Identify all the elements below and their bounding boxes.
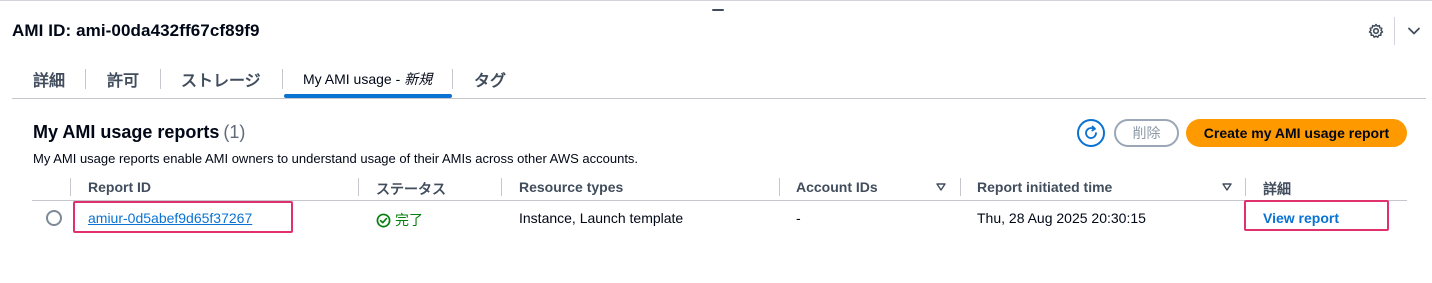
tab-separator xyxy=(452,69,453,89)
section-title: My AMI usage reports (1) xyxy=(33,122,245,143)
delete-button[interactable]: 削除 xyxy=(1114,119,1179,147)
tab-bar: 詳細 許可 ストレージ My AMI usage - 新規 タグ xyxy=(12,60,1426,99)
refresh-button[interactable] xyxy=(1077,119,1105,147)
column-header-details: 詳細 xyxy=(1263,181,1291,197)
settings-button[interactable] xyxy=(1364,19,1388,43)
tab-label: 詳細 xyxy=(33,73,66,90)
tab-label: ストレージ xyxy=(181,73,261,90)
table-row[interactable]: amiur-0d5abef9d65f37267 完了 Instance, Lau… xyxy=(32,202,1407,234)
column-separator[interactable] xyxy=(1245,178,1246,196)
new-badge: 新規 xyxy=(404,71,433,87)
row-select-radio[interactable] xyxy=(46,210,62,226)
success-icon xyxy=(376,213,391,227)
tab-separator xyxy=(160,69,161,89)
column-header-resource-types: Resource types xyxy=(519,179,624,195)
account-ids-cell: - xyxy=(796,210,801,226)
tab-separator xyxy=(85,69,86,89)
gear-icon xyxy=(1368,23,1384,38)
column-separator[interactable] xyxy=(501,178,502,196)
section-title-text: My AMI usage reports xyxy=(33,122,220,142)
tab-label: My AMI usage - xyxy=(303,71,401,87)
report-time-cell: Thu, 28 Aug 2025 20:30:15 xyxy=(977,210,1146,226)
tab-my-ami-usage[interactable]: My AMI usage - 新規 xyxy=(303,60,432,98)
column-header-report-time[interactable]: Report initiated time xyxy=(977,179,1112,195)
page-title: AMI ID: ami-00da432ff67cf89f9 xyxy=(12,21,260,40)
column-separator[interactable] xyxy=(960,178,961,196)
tab-tags[interactable]: タグ xyxy=(474,60,506,98)
tab-details[interactable]: 詳細 xyxy=(33,60,65,98)
resource-types-cell: Instance, Launch template xyxy=(519,210,684,226)
status-cell: 完了 xyxy=(376,210,423,230)
panel-top-border xyxy=(0,0,1432,1)
resize-handle[interactable] xyxy=(712,9,724,11)
column-separator xyxy=(70,178,71,196)
create-report-button[interactable]: Create my AMI usage report xyxy=(1186,119,1407,147)
tab-separator xyxy=(282,69,283,89)
chevron-down-icon xyxy=(1408,27,1420,35)
tab-storage[interactable]: ストレージ xyxy=(181,60,261,98)
column-separator[interactable] xyxy=(358,178,359,196)
view-report-link[interactable]: View report xyxy=(1263,210,1339,226)
tab-label: タグ xyxy=(474,73,507,90)
status-text: 完了 xyxy=(395,212,423,228)
column-separator[interactable] xyxy=(779,178,780,196)
collapse-button[interactable] xyxy=(1402,19,1426,43)
column-header-report-id: Report ID xyxy=(88,179,151,195)
tab-label: 許可 xyxy=(107,73,140,90)
section-description: My AMI usage reports enable AMI owners t… xyxy=(33,151,639,166)
sort-icon[interactable] xyxy=(1222,182,1232,192)
sort-icon[interactable] xyxy=(936,182,946,192)
column-header-status: ステータス xyxy=(376,181,446,197)
column-header-account-ids[interactable]: Account IDs xyxy=(796,179,878,195)
section-count: (1) xyxy=(223,122,246,142)
active-tab-indicator xyxy=(284,94,452,98)
tab-permissions[interactable]: 許可 xyxy=(107,60,139,98)
report-id-link[interactable]: amiur-0d5abef9d65f37267 xyxy=(88,210,252,226)
refresh-icon xyxy=(1085,125,1097,139)
table-header: Report ID ステータス Resource types Account I… xyxy=(32,174,1407,201)
header-divider xyxy=(1394,17,1395,45)
